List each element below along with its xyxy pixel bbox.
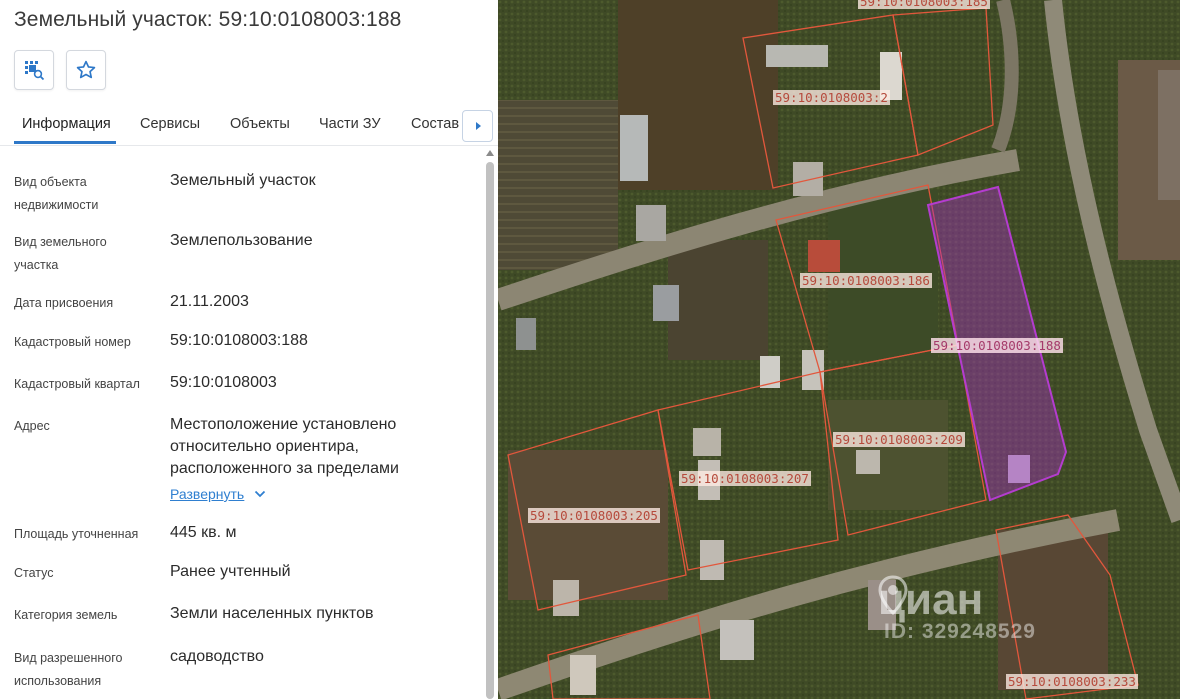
value-cadastral-number: 59:10:0108003:188 bbox=[170, 332, 308, 349]
watermark: циан bbox=[878, 575, 983, 625]
tab-land-parts[interactable]: Части ЗУ bbox=[319, 116, 381, 132]
watermark-listing-id: ID: 329248529 bbox=[884, 620, 1036, 643]
tab-information[interactable]: Информация bbox=[22, 116, 111, 132]
parcel-label-205[interactable]: 59:10:0108003:205 bbox=[528, 508, 660, 523]
parcel-label-2[interactable]: 59:10:0108003:2 bbox=[773, 90, 890, 105]
label-land-type: Вид земельного участка bbox=[14, 235, 107, 272]
value-land-category: Земли населенных пунктов bbox=[170, 605, 374, 622]
scroll-up-arrow-icon[interactable] bbox=[486, 150, 494, 156]
favorite-button[interactable] bbox=[66, 50, 106, 90]
star-icon bbox=[76, 60, 96, 79]
tab-composition[interactable]: Состав bbox=[411, 116, 459, 132]
value-land-type: Землепользование bbox=[170, 232, 313, 249]
parcel-label-207[interactable]: 59:10:0108003:207 bbox=[679, 471, 811, 486]
parcel-label-209[interactable]: 59:10:0108003:209 bbox=[833, 432, 965, 447]
parcel-label-185[interactable]: 59:10:0108003:185 bbox=[858, 0, 990, 9]
chevron-right-icon bbox=[475, 122, 481, 130]
label-assignment-date: Дата присвоения bbox=[14, 296, 114, 310]
tab-objects[interactable]: Объекты bbox=[230, 116, 290, 132]
value-status: Ранее учтенный bbox=[170, 563, 291, 580]
parcel-label-186[interactable]: 59:10:0108003:186 bbox=[800, 273, 932, 288]
tabs-scroll-right-button[interactable] bbox=[462, 110, 493, 142]
parcel-label-233[interactable]: 59:10:0108003:233 bbox=[1006, 674, 1138, 689]
map-pin-icon bbox=[878, 575, 908, 615]
value-object-type: Земельный участок bbox=[170, 172, 316, 189]
map-view[interactable]: 59:10:0108003:185 59:10:0108003:2 59:10:… bbox=[498, 0, 1180, 699]
parcel-label-188[interactable]: 59:10:0108003:188 bbox=[931, 338, 1063, 353]
tab-services[interactable]: Сервисы bbox=[140, 116, 200, 132]
locate-on-map-button[interactable] bbox=[14, 50, 54, 90]
label-permitted-use: Вид разрешенного использования bbox=[14, 651, 123, 688]
page-title: Земельный участок: 59:10:0108003:188 bbox=[14, 8, 402, 31]
label-cadastral-quarter: Кадастровый квартал bbox=[14, 377, 140, 391]
scrollbar-thumb[interactable] bbox=[486, 162, 494, 699]
label-object-type: Вид объекта недвижимости bbox=[14, 175, 99, 212]
value-assignment-date: 21.11.2003 bbox=[170, 293, 249, 310]
expand-link-label: Развернуть bbox=[170, 486, 245, 502]
value-address: Местоположение установлено относительно … bbox=[170, 416, 399, 477]
label-status: Статус bbox=[14, 566, 54, 580]
label-area: Площадь уточненная bbox=[14, 527, 139, 541]
active-tab-indicator bbox=[14, 141, 116, 144]
locate-on-map-icon bbox=[25, 61, 45, 81]
expand-address-link[interactable]: Развернуть bbox=[170, 486, 266, 502]
chevron-down-icon bbox=[255, 490, 266, 498]
value-permitted-use: садоводство bbox=[170, 648, 264, 665]
label-land-category: Категория земель bbox=[14, 608, 118, 622]
tab-bar: Информация Сервисы Объекты Части ЗУ Сост… bbox=[0, 104, 498, 146]
info-panel: Земельный участок: 59:10:0108003:188 Инф… bbox=[0, 0, 498, 699]
label-address: Адрес bbox=[14, 419, 50, 433]
value-cadastral-quarter: 59:10:0108003 bbox=[170, 374, 277, 391]
value-area: 445 кв. м bbox=[170, 524, 237, 541]
label-cadastral-number: Кадастровый номер bbox=[14, 335, 131, 349]
